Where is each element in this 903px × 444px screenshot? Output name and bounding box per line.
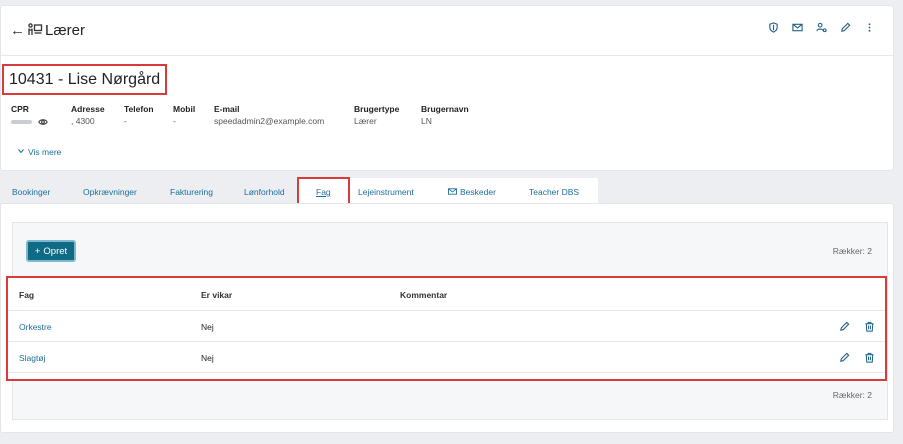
field-mobil-label: Mobil xyxy=(173,104,196,114)
field-adresse-label: Adresse xyxy=(71,104,105,114)
show-more-link[interactable]: Vis mere xyxy=(17,147,61,157)
table-row: Orkestre Nej xyxy=(8,312,885,342)
mail-icon xyxy=(448,188,457,195)
field-brugernavn-label: Brugernavn xyxy=(421,104,469,114)
arrow-left-icon[interactable]: ← xyxy=(10,23,25,38)
chevron-down-icon xyxy=(17,147,25,157)
field-adresse-value: , 4300 xyxy=(71,116,95,126)
pencil-icon[interactable] xyxy=(839,352,851,364)
tab-loenforhold[interactable]: Lønforhold xyxy=(244,185,285,199)
kebab-menu-icon[interactable] xyxy=(857,18,881,36)
field-telefon: Telefon - xyxy=(124,104,154,127)
row-er-vikar: Nej xyxy=(201,322,214,332)
field-mobil-value: - xyxy=(173,116,176,126)
tab-beskeder[interactable]: Beskeder xyxy=(448,185,496,199)
row-count-bottom: Rækker: 2 xyxy=(832,390,872,400)
teacher-name: 10431 - Lise Nørgård xyxy=(9,70,161,88)
tab-fag[interactable]: Fag xyxy=(316,185,331,199)
table-header: Fag Er vikar Kommentar xyxy=(8,278,885,311)
mail-icon[interactable] xyxy=(785,18,809,36)
field-telefon-label: Telefon xyxy=(124,104,154,114)
field-email-label: E-mail xyxy=(214,104,240,114)
field-email: E-mail speedadmin2@example.com xyxy=(214,104,324,127)
row-er-vikar: Nej xyxy=(201,353,214,363)
trash-icon[interactable] xyxy=(864,321,876,333)
create-button[interactable]: + Opret xyxy=(26,240,76,262)
shield-icon[interactable] xyxy=(761,18,785,36)
tab-teacher-dbs[interactable]: Teacher DBS xyxy=(529,185,579,199)
cpr-hidden-value xyxy=(11,119,32,124)
tab-lejeinstrument[interactable]: Lejeinstrument xyxy=(358,185,414,199)
field-cpr-label: CPR xyxy=(11,104,29,114)
row-count-top: Rækker: 2 xyxy=(832,246,872,256)
field-brugernavn-value: LN xyxy=(421,116,432,126)
field-adresse: Adresse , 4300 xyxy=(71,104,105,127)
header-actions xyxy=(761,18,881,36)
tab-beskeder-label: Beskeder xyxy=(460,187,496,197)
teacher-name-heading: 10431 - Lise Nørgård xyxy=(2,64,168,95)
plus-icon: + xyxy=(34,245,41,257)
tab-bookinger[interactable]: Bookinger xyxy=(12,185,50,199)
field-brugertype-label: Brugertype xyxy=(354,104,400,114)
teacher-icon xyxy=(27,22,43,38)
field-telefon-value: - xyxy=(124,116,127,126)
eye-icon[interactable] xyxy=(38,117,49,127)
tab-bar: Bookinger Opkrævninger Fakturering Lønfo… xyxy=(0,185,903,201)
subjects-table: Fag Er vikar Kommentar Orkestre Nej Slag… xyxy=(6,276,887,381)
trash-icon[interactable] xyxy=(864,352,876,364)
tab-fakturering[interactable]: Fakturering xyxy=(170,185,213,199)
pencil-icon[interactable] xyxy=(839,321,851,333)
tab-opkraevninger[interactable]: Opkrævninger xyxy=(83,185,137,199)
field-email-value: speedadmin2@example.com xyxy=(214,116,325,126)
row-fag-link[interactable]: Slagtøj xyxy=(19,353,45,363)
table-row: Slagtøj Nej xyxy=(8,343,885,373)
field-cpr: CPR xyxy=(11,104,49,127)
column-header-er-vikar[interactable]: Er vikar xyxy=(201,290,232,300)
row-fag-link[interactable]: Orkestre xyxy=(19,322,52,332)
field-brugertype-value: Lærer xyxy=(354,116,377,126)
top-bar: ← Lærer xyxy=(1,6,893,56)
field-brugertype: Brugertype Lærer xyxy=(354,104,399,127)
field-mobil: Mobil - xyxy=(173,104,195,127)
column-header-kommentar[interactable]: Kommentar xyxy=(400,290,447,300)
column-header-fag[interactable]: Fag xyxy=(19,290,34,300)
pencil-icon[interactable] xyxy=(833,18,857,36)
create-button-label: Opret xyxy=(43,245,68,257)
field-brugernavn: Brugernavn LN xyxy=(421,104,469,127)
user-settings-icon[interactable] xyxy=(809,18,833,36)
show-more-label: Vis mere xyxy=(28,147,62,157)
page-title: Lærer xyxy=(45,22,86,39)
